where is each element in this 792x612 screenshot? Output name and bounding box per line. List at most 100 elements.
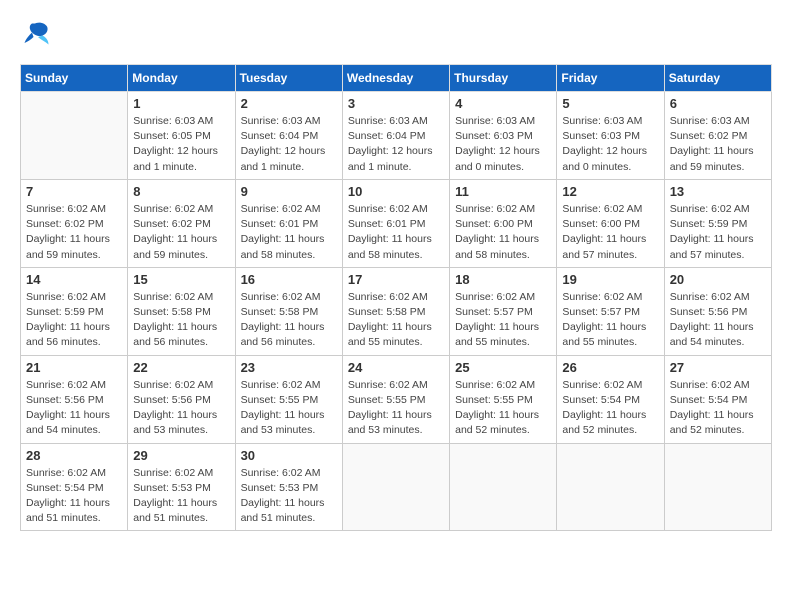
cell-w5-d2: 30 Sunrise: 6:02 AM Sunset: 5:53 PM Dayli… bbox=[235, 443, 342, 531]
cell-w5-d4 bbox=[450, 443, 557, 531]
day-info: Sunrise: 6:03 AM Sunset: 6:04 PM Dayligh… bbox=[241, 114, 337, 175]
day-number: 18 bbox=[455, 272, 551, 287]
day-info: Sunrise: 6:02 AM Sunset: 5:58 PM Dayligh… bbox=[133, 290, 229, 351]
cell-w1-d0 bbox=[21, 92, 128, 180]
cell-w4-d6: 27Sunrise: 6:02 AM Sunset: 5:54 PM Dayli… bbox=[664, 355, 771, 443]
day-info: Sunrise: 6:02 AM Sunset: 5:54 PM Dayligh… bbox=[670, 378, 766, 439]
day-info: Sunrise: 6:03 AM Sunset: 6:03 PM Dayligh… bbox=[562, 114, 658, 175]
day-number: 9 bbox=[241, 184, 337, 199]
week-row-1: 1Sunrise: 6:03 AM Sunset: 6:05 PM Daylig… bbox=[21, 92, 772, 180]
day-info: Sunrise: 6:02 AM Sunset: 6:02 PM Dayligh… bbox=[133, 202, 229, 263]
cell-w2-d5: 12 Sunrise: 6:02 AM Sunset: 6:00 PM Dayli… bbox=[557, 179, 664, 267]
week-row-4: 21 Sunrise: 6:02 AM Sunset: 5:56 PM Dayli… bbox=[21, 355, 772, 443]
day-number: 19 bbox=[562, 272, 658, 287]
day-info: Sunrise: 6:02 AM Sunset: 5:58 PM Dayligh… bbox=[241, 290, 337, 351]
cell-w1-d6: 6Sunrise: 6:03 AM Sunset: 6:02 PM Daylig… bbox=[664, 92, 771, 180]
cell-w5-d6 bbox=[664, 443, 771, 531]
col-wednesday: Wednesday bbox=[342, 65, 449, 92]
logo-icon bbox=[20, 20, 50, 48]
day-number: 23 bbox=[241, 360, 337, 375]
day-info: Sunrise: 6:02 AM Sunset: 5:57 PM Dayligh… bbox=[562, 290, 658, 351]
cell-w5-d1: 29 Sunrise: 6:02 AM Sunset: 5:53 PM Dayli… bbox=[128, 443, 235, 531]
day-number: 30 bbox=[241, 448, 337, 463]
day-info: Sunrise: 6:02 AM Sunset: 5:54 PM Dayligh… bbox=[562, 378, 658, 439]
cell-w1-d3: 3 Sunrise: 6:03 AM Sunset: 6:04 PM Daylig… bbox=[342, 92, 449, 180]
cell-w4-d5: 26 Sunrise: 6:02 AM Sunset: 5:54 PM Dayli… bbox=[557, 355, 664, 443]
day-info: Sunrise: 6:02 AM Sunset: 6:00 PM Dayligh… bbox=[562, 202, 658, 263]
day-number: 6 bbox=[670, 96, 766, 111]
cell-w1-d4: 4 Sunrise: 6:03 AM Sunset: 6:03 PM Daylig… bbox=[450, 92, 557, 180]
day-number: 10 bbox=[348, 184, 444, 199]
col-monday: Monday bbox=[128, 65, 235, 92]
day-info: Sunrise: 6:02 AM Sunset: 5:59 PM Dayligh… bbox=[26, 290, 122, 351]
week-row-2: 7Sunrise: 6:02 AM Sunset: 6:02 PM Daylig… bbox=[21, 179, 772, 267]
cell-w2-d2: 9 Sunrise: 6:02 AM Sunset: 6:01 PM Daylig… bbox=[235, 179, 342, 267]
col-sunday: Sunday bbox=[21, 65, 128, 92]
cell-w3-d3: 17 Sunrise: 6:02 AM Sunset: 5:58 PM Dayli… bbox=[342, 267, 449, 355]
cell-w2-d0: 7Sunrise: 6:02 AM Sunset: 6:02 PM Daylig… bbox=[21, 179, 128, 267]
cell-w4-d2: 23 Sunrise: 6:02 AM Sunset: 5:55 PM Dayli… bbox=[235, 355, 342, 443]
day-number: 22 bbox=[133, 360, 229, 375]
day-info: Sunrise: 6:02 AM Sunset: 6:02 PM Dayligh… bbox=[26, 202, 122, 263]
day-number: 4 bbox=[455, 96, 551, 111]
day-number: 17 bbox=[348, 272, 444, 287]
day-number: 11 bbox=[455, 184, 551, 199]
cell-w2-d4: 11Sunrise: 6:02 AM Sunset: 6:00 PM Dayli… bbox=[450, 179, 557, 267]
logo bbox=[20, 20, 54, 48]
day-info: Sunrise: 6:02 AM Sunset: 5:53 PM Dayligh… bbox=[241, 466, 337, 527]
col-friday: Friday bbox=[557, 65, 664, 92]
day-info: Sunrise: 6:02 AM Sunset: 5:58 PM Dayligh… bbox=[348, 290, 444, 351]
day-info: Sunrise: 6:02 AM Sunset: 5:56 PM Dayligh… bbox=[133, 378, 229, 439]
day-number: 28 bbox=[26, 448, 122, 463]
day-number: 25 bbox=[455, 360, 551, 375]
day-info: Sunrise: 6:03 AM Sunset: 6:03 PM Dayligh… bbox=[455, 114, 551, 175]
day-info: Sunrise: 6:02 AM Sunset: 6:01 PM Dayligh… bbox=[348, 202, 444, 263]
day-number: 2 bbox=[241, 96, 337, 111]
cell-w1-d5: 5 Sunrise: 6:03 AM Sunset: 6:03 PM Daylig… bbox=[557, 92, 664, 180]
cell-w3-d0: 14 Sunrise: 6:02 AM Sunset: 5:59 PM Dayli… bbox=[21, 267, 128, 355]
cell-w3-d2: 16 Sunrise: 6:02 AM Sunset: 5:58 PM Dayli… bbox=[235, 267, 342, 355]
cell-w3-d4: 18 Sunrise: 6:02 AM Sunset: 5:57 PM Dayli… bbox=[450, 267, 557, 355]
week-row-5: 28Sunrise: 6:02 AM Sunset: 5:54 PM Dayli… bbox=[21, 443, 772, 531]
cell-w4-d0: 21Sunrise: 6:02 AM Sunset: 5:56 PM Dayli… bbox=[21, 355, 128, 443]
day-number: 21 bbox=[26, 360, 122, 375]
day-number: 16 bbox=[241, 272, 337, 287]
day-info: Sunrise: 6:02 AM Sunset: 5:55 PM Dayligh… bbox=[455, 378, 551, 439]
day-info: Sunrise: 6:02 AM Sunset: 5:59 PM Dayligh… bbox=[670, 202, 766, 263]
day-number: 26 bbox=[562, 360, 658, 375]
cell-w4-d3: 24 Sunrise: 6:02 AM Sunset: 5:55 PM Dayli… bbox=[342, 355, 449, 443]
day-number: 20 bbox=[670, 272, 766, 287]
day-number: 5 bbox=[562, 96, 658, 111]
col-saturday: Saturday bbox=[664, 65, 771, 92]
calendar-header-row: Sunday Monday Tuesday Wednesday Thursday… bbox=[21, 65, 772, 92]
day-number: 3 bbox=[348, 96, 444, 111]
day-info: Sunrise: 6:02 AM Sunset: 5:55 PM Dayligh… bbox=[241, 378, 337, 439]
calendar-table: Sunday Monday Tuesday Wednesday Thursday… bbox=[20, 64, 772, 531]
cell-w3-d6: 20 Sunrise: 6:02 AM Sunset: 5:56 PM Dayli… bbox=[664, 267, 771, 355]
page-header bbox=[20, 20, 772, 48]
cell-w5-d3 bbox=[342, 443, 449, 531]
day-number: 13 bbox=[670, 184, 766, 199]
col-tuesday: Tuesday bbox=[235, 65, 342, 92]
cell-w5-d0: 28Sunrise: 6:02 AM Sunset: 5:54 PM Dayli… bbox=[21, 443, 128, 531]
cell-w3-d1: 15 Sunrise: 6:02 AM Sunset: 5:58 PM Dayli… bbox=[128, 267, 235, 355]
day-info: Sunrise: 6:02 AM Sunset: 5:56 PM Dayligh… bbox=[670, 290, 766, 351]
week-row-3: 14 Sunrise: 6:02 AM Sunset: 5:59 PM Dayli… bbox=[21, 267, 772, 355]
day-number: 1 bbox=[133, 96, 229, 111]
day-info: Sunrise: 6:02 AM Sunset: 5:57 PM Dayligh… bbox=[455, 290, 551, 351]
day-number: 8 bbox=[133, 184, 229, 199]
day-number: 12 bbox=[562, 184, 658, 199]
day-info: Sunrise: 6:03 AM Sunset: 6:04 PM Dayligh… bbox=[348, 114, 444, 175]
day-number: 15 bbox=[133, 272, 229, 287]
day-number: 24 bbox=[348, 360, 444, 375]
day-info: Sunrise: 6:02 AM Sunset: 5:53 PM Dayligh… bbox=[133, 466, 229, 527]
col-thursday: Thursday bbox=[450, 65, 557, 92]
cell-w2-d3: 10 Sunrise: 6:02 AM Sunset: 6:01 PM Dayli… bbox=[342, 179, 449, 267]
day-number: 29 bbox=[133, 448, 229, 463]
day-info: Sunrise: 6:02 AM Sunset: 6:01 PM Dayligh… bbox=[241, 202, 337, 263]
day-info: Sunrise: 6:02 AM Sunset: 5:55 PM Dayligh… bbox=[348, 378, 444, 439]
cell-w2-d6: 13 Sunrise: 6:02 AM Sunset: 5:59 PM Dayli… bbox=[664, 179, 771, 267]
cell-w3-d5: 19 Sunrise: 6:02 AM Sunset: 5:57 PM Dayli… bbox=[557, 267, 664, 355]
cell-w5-d5 bbox=[557, 443, 664, 531]
day-number: 14 bbox=[26, 272, 122, 287]
